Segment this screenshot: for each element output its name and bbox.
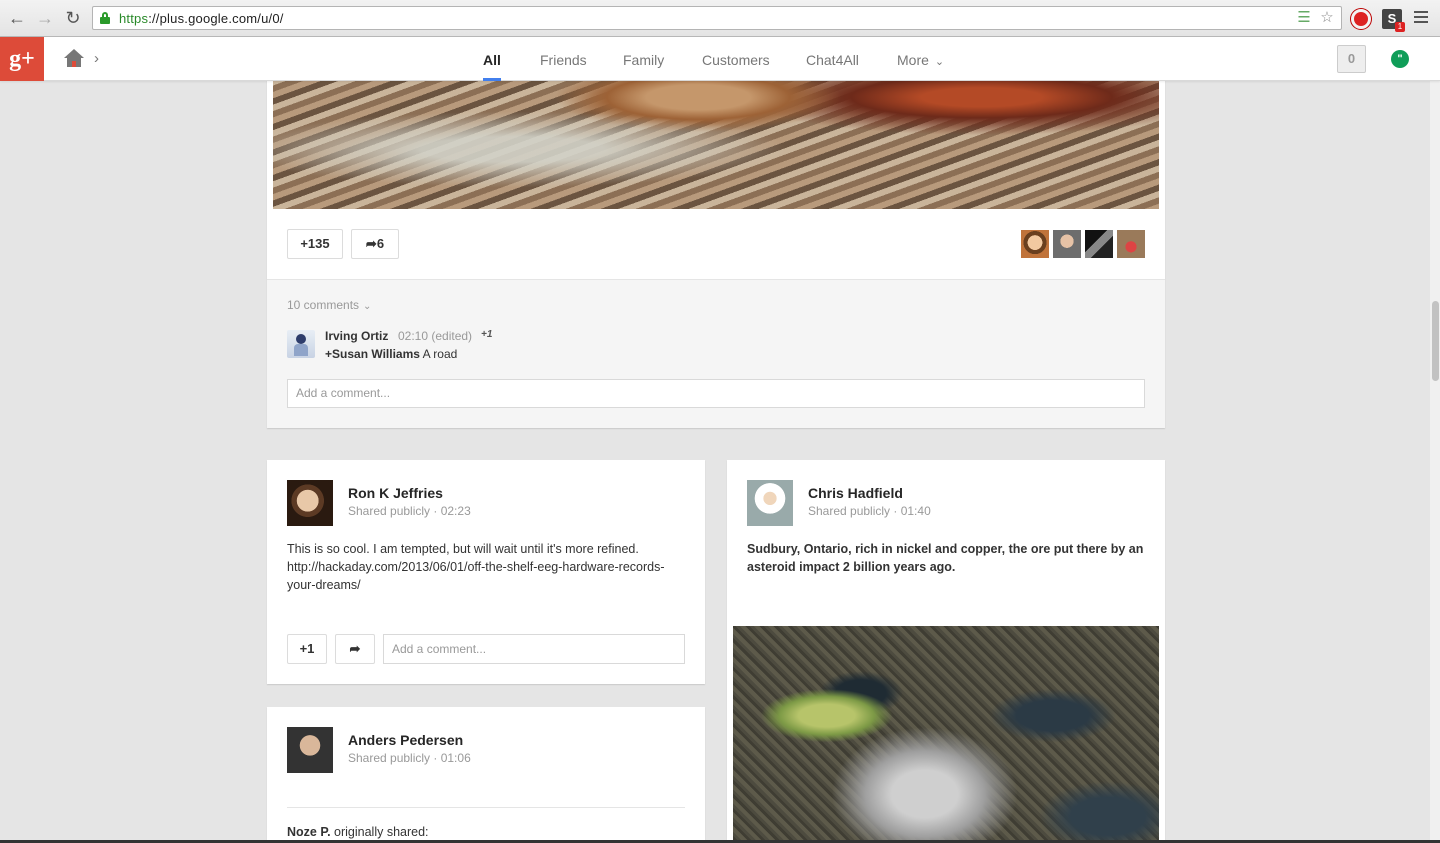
comments-count: 10 comments: [287, 298, 360, 312]
tab-more-label: More: [897, 52, 929, 68]
satellite-photo[interactable]: [733, 626, 1159, 843]
share-button[interactable]: ➦: [335, 634, 375, 664]
gplus-header: g+ › All Friends Family Customers Chat4A…: [0, 37, 1440, 81]
browser-toolbar: ← → ↻ https://plus.google.com/u/0/ ☰ ☆ S…: [0, 0, 1440, 37]
tab-family[interactable]: Family: [623, 52, 664, 81]
notifications-button[interactable]: 0: [1337, 45, 1366, 73]
forward-icon[interactable]: →: [35, 8, 55, 28]
lock-icon: [100, 12, 110, 24]
extension-badge: 1: [1395, 22, 1405, 32]
back-icon[interactable]: ←: [7, 8, 27, 28]
post-card-chris: Chris Hadfield Shared publicly · 01:40 S…: [727, 460, 1165, 843]
mention-link[interactable]: +Susan Williams: [325, 347, 420, 361]
address-bar[interactable]: https://plus.google.com/u/0/ ☰ ☆: [92, 6, 1342, 30]
plus-one-button[interactable]: +1: [287, 634, 327, 664]
share-icon: ➦: [349, 641, 361, 656]
avatar[interactable]: [1053, 230, 1081, 258]
author-name[interactable]: Anders Pedersen: [348, 732, 463, 748]
tab-more[interactable]: More ⌄: [897, 52, 944, 81]
scrollbar-thumb[interactable]: [1432, 301, 1439, 381]
original-author[interactable]: Noze P.: [287, 825, 331, 839]
post-meta: Shared publicly · 01:06: [348, 751, 471, 765]
page-action-icon[interactable]: ☰: [1296, 10, 1312, 26]
tab-customers[interactable]: Customers: [702, 52, 770, 81]
gplus-logo[interactable]: g+: [0, 37, 44, 81]
hangouts-icon[interactable]: ": [1391, 50, 1409, 68]
plus-one-button[interactable]: +135: [287, 229, 343, 259]
share-icon: ➦: [365, 236, 377, 251]
post-text-line: This is so cool. I am tempted, but will …: [287, 542, 639, 556]
share-count: 6: [376, 236, 385, 251]
post-meta: Shared publicly · 01:40: [808, 504, 931, 518]
post-link[interactable]: your-dreams/: [287, 576, 665, 594]
post-card-anders: Anders Pedersen Shared publicly · 01:06 …: [267, 707, 705, 843]
home-icon[interactable]: [63, 49, 85, 69]
comments-section: 10 comments ⌄ Irving Ortiz 02:10 (edited)…: [267, 279, 1165, 428]
comments-toggle[interactable]: 10 comments ⌄: [287, 298, 371, 312]
page-scrollbar[interactable]: [1430, 81, 1440, 840]
url-text: https://plus.google.com/u/0/: [119, 11, 284, 26]
comment-text: +Susan Williams A road: [325, 347, 457, 361]
avatar[interactable]: [287, 330, 315, 358]
chevron-down-icon: ⌄: [934, 56, 945, 68]
post-text: This is so cool. I am tempted, but will …: [287, 540, 665, 594]
reload-icon[interactable]: ↻: [63, 8, 83, 28]
post-link[interactable]: http://hackaday.com/2013/06/01/off-the-s…: [287, 558, 665, 576]
tab-friends[interactable]: Friends: [540, 52, 587, 81]
chevron-down-icon: ⌄: [363, 301, 372, 312]
post-text-line: Sudbury, Ontario, rich in nickel and cop…: [747, 542, 1144, 556]
post-meta: Shared publicly · 02:23: [348, 504, 471, 518]
add-comment-input[interactable]: Add a comment...: [383, 634, 685, 664]
author-name[interactable]: Ron K Jeffries: [348, 485, 443, 501]
avatar[interactable]: [287, 727, 333, 773]
adblock-icon[interactable]: [1351, 9, 1371, 29]
post-card-ron: Ron K Jeffries Shared publicly · 02:23 T…: [267, 460, 705, 684]
post-photo[interactable]: [273, 60, 1159, 209]
comment-plus-one[interactable]: +1: [481, 329, 492, 340]
avatar[interactable]: [1117, 230, 1145, 258]
originally-shared: Noze P. originally shared:: [287, 825, 429, 839]
post-card-image: +135 ➦6 10 comments ⌄ Irving Ortiz 02:10 …: [267, 60, 1165, 428]
avatar[interactable]: [1021, 230, 1049, 258]
chrome-menu-icon[interactable]: [1414, 11, 1428, 26]
tab-all[interactable]: All: [483, 52, 501, 81]
post-text-line: asteroid impact 2 billion years ago.: [747, 560, 956, 574]
comment-author[interactable]: Irving Ortiz: [325, 329, 388, 343]
tab-chat4all[interactable]: Chat4All: [806, 52, 859, 81]
share-button[interactable]: ➦6: [351, 229, 399, 259]
add-comment-input[interactable]: Add a comment...: [287, 379, 1145, 408]
bookmark-star-icon[interactable]: ☆: [1319, 10, 1335, 26]
post-text: Sudbury, Ontario, rich in nickel and cop…: [747, 540, 1143, 576]
avatar[interactable]: [1085, 230, 1113, 258]
author-name[interactable]: Chris Hadfield: [808, 485, 903, 501]
comment-meta: 02:10 (edited): [398, 329, 473, 343]
comment-body: A road: [419, 347, 458, 361]
avatar[interactable]: [287, 480, 333, 526]
chevron-right-icon[interactable]: ›: [94, 50, 99, 67]
originally-shared-label: originally shared:: [330, 825, 429, 839]
divider: [287, 807, 685, 808]
avatar[interactable]: [747, 480, 793, 526]
